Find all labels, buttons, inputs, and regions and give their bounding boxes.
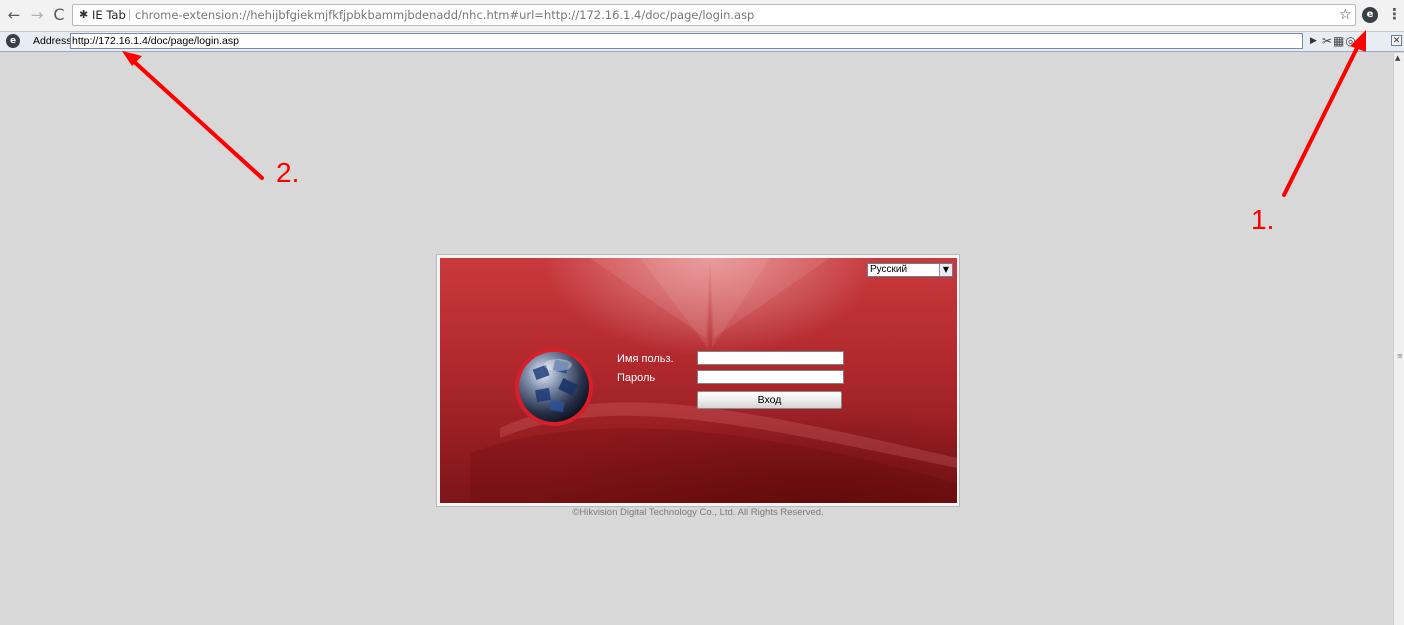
login-button[interactable]: Вход [697, 391, 842, 409]
scroll-up-arrow-icon[interactable]: ▲ [1395, 54, 1400, 62]
language-select[interactable]: Русский ▼ [867, 263, 953, 277]
ietab-address-input[interactable]: http://172.16.1.4/doc/page/login.asp [70, 33, 1303, 49]
go-arrow-icon[interactable]: ▶ [1310, 34, 1317, 48]
annotation-arrow-2 [128, 56, 264, 180]
omnibox[interactable]: ✱ IE Tab chrome-extension://hehijbfgiekm… [72, 4, 1356, 26]
username-label: Имя польз. [617, 353, 674, 365]
close-icon[interactable]: ✕ [1391, 35, 1402, 46]
forward-arrow-icon[interactable]: → [28, 6, 46, 24]
scroll-grip-icon[interactable]: ≡ [1397, 352, 1403, 360]
annotation-label-2: 2. [276, 157, 300, 188]
back-arrow-icon[interactable]: ← [5, 6, 23, 24]
vertical-scrollbar[interactable] [1393, 53, 1404, 625]
annotation-arrow-1 [1282, 44, 1360, 197]
chrome-menu-icon[interactable]: ⋮ [1387, 5, 1402, 23]
language-select-value: Русский [870, 264, 908, 275]
omnibox-url[interactable]: chrome-extension://hehijbfgiekmjfkfjpbkb… [135, 5, 754, 25]
username-input[interactable] [697, 351, 844, 365]
ietab-tools-icon[interactable]: ✂▦◎ [1322, 33, 1357, 49]
copyright-text: ©Hikvision Digital Technology Co., Ltd. … [572, 507, 824, 518]
screen: ← → C ✱ IE Tab chrome-extension://hehijb… [0, 0, 1404, 625]
bookmark-star-icon[interactable]: ☆ [1339, 6, 1352, 24]
ietab-extension-icon[interactable]: e [1362, 7, 1378, 23]
address-label: Address: [33, 35, 75, 47]
ietab-logo-icon: e [6, 34, 20, 48]
password-input[interactable] [697, 370, 844, 384]
annotation-arrowhead-2 [122, 51, 142, 66]
hikvision-globe-logo [515, 348, 593, 426]
omnibox-extension-chip: IE Tab [92, 8, 126, 22]
omnibox-divider [129, 9, 130, 21]
extension-puzzle-icon: ✱ [79, 8, 89, 21]
reload-icon[interactable]: C [50, 6, 68, 24]
ietab-address-bar: e Address: http://172.16.1.4/doc/page/lo… [0, 32, 1404, 52]
browser-toolbar: ← → C ✱ IE Tab chrome-extension://hehijb… [0, 0, 1404, 32]
chevron-down-icon[interactable]: ▼ [939, 264, 952, 276]
password-label: Пароль [617, 372, 656, 384]
annotation-label-1: 1. [1251, 204, 1275, 235]
